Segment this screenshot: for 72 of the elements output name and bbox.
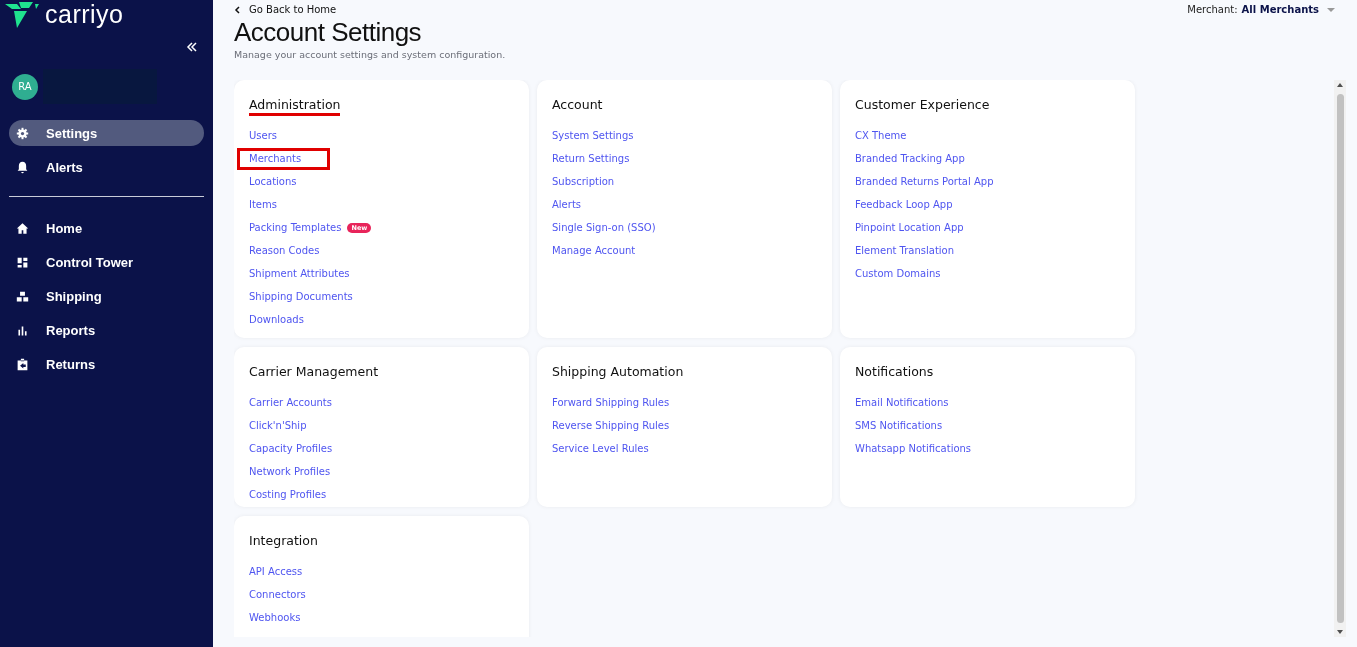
settings-link[interactable]: API Access: [249, 564, 303, 580]
settings-link[interactable]: Service Level Rules: [552, 441, 649, 457]
nav-item[interactable]: Settings: [9, 120, 204, 146]
settings-link[interactable]: Return Settings: [552, 151, 630, 167]
card-title: Customer Experience: [855, 97, 990, 114]
nav-item[interactable]: Returns: [9, 351, 204, 377]
back-link[interactable]: Go Back to Home: [234, 4, 337, 15]
merchant-dropdown[interactable]: All Merchants: [1241, 4, 1335, 15]
settings-link[interactable]: Users: [249, 128, 277, 144]
card-title: Integration: [249, 533, 318, 550]
nav-item[interactable]: Shipping: [9, 283, 204, 309]
nav-item[interactable]: Control Tower: [9, 249, 204, 275]
settings-link[interactable]: Reason Codes: [249, 243, 320, 259]
logo-text: carriyo: [45, 0, 124, 29]
merchant-label: Merchant:: [1187, 4, 1238, 15]
settings-link[interactable]: Items: [249, 197, 277, 213]
settings-link[interactable]: Webhooks: [249, 610, 301, 626]
settings-link[interactable]: Forward Shipping Rules: [552, 395, 670, 411]
bell-icon: [16, 160, 29, 174]
double-chevron-icon: [186, 41, 198, 53]
settings-link[interactable]: Custom Domains: [855, 266, 941, 282]
settings-link[interactable]: Packing Templates: [249, 220, 342, 236]
settings-link[interactable]: Downloads: [249, 312, 304, 328]
settings-link[interactable]: Shipping Documents: [249, 289, 353, 305]
settings-link[interactable]: Costing Profiles: [249, 487, 327, 503]
grid-icon: [16, 255, 29, 269]
settings-link[interactable]: System Settings: [552, 128, 634, 144]
settings-link[interactable]: Merchants: [240, 151, 328, 167]
settings-link[interactable]: Subscription: [552, 174, 615, 190]
card-title: Administration: [249, 97, 341, 116]
page-title: Account Settings: [234, 17, 423, 48]
settings-link[interactable]: Branded Tracking App: [855, 151, 965, 167]
nav-item[interactable]: Home: [9, 215, 204, 241]
settings-link[interactable]: CX Theme: [855, 128, 907, 144]
settings-link[interactable]: Pinpoint Location App: [855, 220, 964, 236]
settings-link[interactable]: Click'n'Ship: [249, 418, 307, 434]
settings-link[interactable]: Network Profiles: [249, 464, 331, 480]
settings-link[interactable]: SMS Notifications: [855, 418, 943, 434]
settings-link[interactable]: Alerts: [552, 197, 581, 213]
scroll-up-icon: [1337, 83, 1343, 87]
bar-chart-icon: [16, 323, 29, 337]
caret-icon: [1327, 7, 1335, 12]
chevron-left-icon: [234, 5, 241, 14]
settings-link[interactable]: Feedback Loop App: [855, 197, 953, 213]
settings-link[interactable]: Element Translation: [855, 243, 955, 259]
nav-item[interactable]: Reports: [9, 317, 204, 343]
settings-link[interactable]: Connectors: [249, 587, 306, 603]
settings-link[interactable]: Locations: [249, 174, 297, 190]
settings-link[interactable]: Carrier Accounts: [249, 395, 332, 411]
house-icon: [16, 221, 29, 235]
card-title: Carrier Management: [249, 364, 379, 381]
collapse-button[interactable]: [186, 41, 198, 53]
boxes-icon: [16, 289, 29, 303]
scroll-down-icon: [1337, 630, 1343, 634]
settings-link[interactable]: Single Sign-on (SSO): [552, 220, 656, 236]
settings-link[interactable]: Manage Account: [552, 243, 636, 259]
settings-link[interactable]: Shipment Attributes: [249, 266, 350, 282]
scroll-thumb[interactable]: [1336, 94, 1344, 623]
settings-link[interactable]: Reverse Shipping Rules: [552, 418, 670, 434]
settings-link[interactable]: Capacity Profiles: [249, 441, 333, 457]
settings-link[interactable]: Branded Returns Portal App: [855, 174, 994, 190]
settings-link[interactable]: Whatsapp Notifications: [855, 441, 972, 457]
card-title: Shipping Automation: [552, 364, 684, 381]
nav-item[interactable]: Alerts: [9, 154, 204, 180]
scrollbar[interactable]: [1334, 80, 1346, 637]
gear-icon: [16, 126, 29, 140]
card-title: Notifications: [855, 364, 934, 381]
logo-icon: [5, 1, 39, 28]
page-subtitle: Manage your account settings and system configuration.: [234, 49, 507, 60]
settings-link[interactable]: Email Notifications: [855, 395, 949, 411]
card-title: Account: [552, 97, 603, 114]
clipboard-icon: [16, 357, 29, 371]
